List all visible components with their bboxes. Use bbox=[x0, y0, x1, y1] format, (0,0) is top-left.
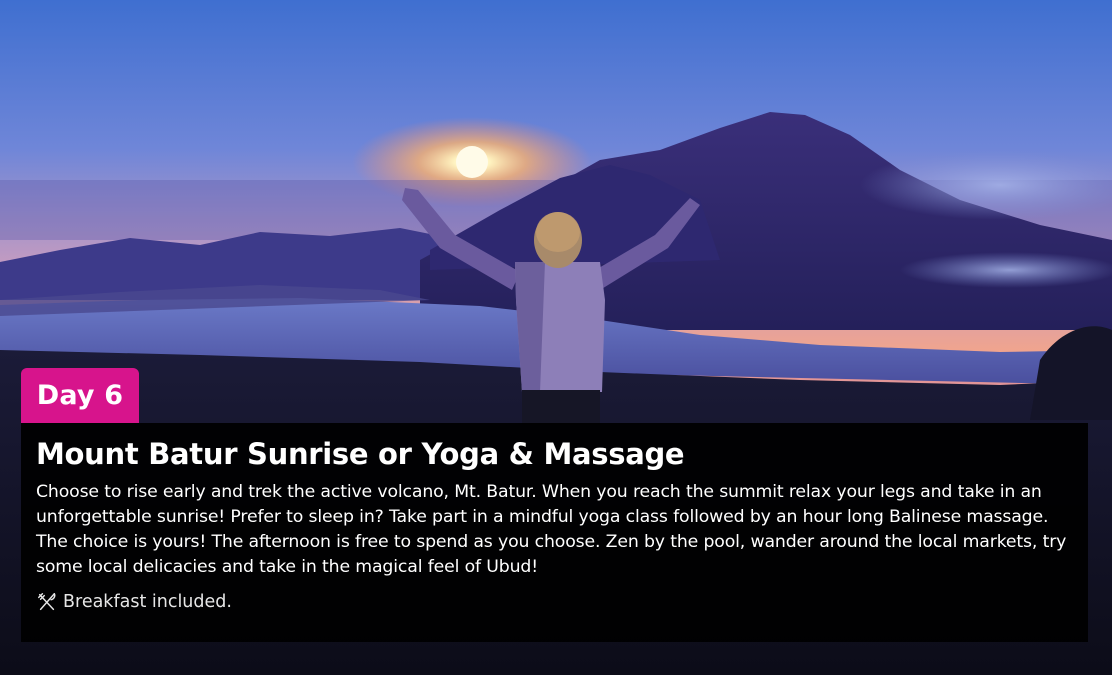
day-description: Choose to rise early and trek the active… bbox=[36, 482, 1067, 577]
fork-knife-icon bbox=[36, 591, 58, 613]
day-card: Day 6 Mount Batur Sunrise or Yoga & Mass… bbox=[0, 0, 1112, 675]
meals-text: Breakfast included. bbox=[63, 592, 232, 612]
meals-info: Breakfast included. bbox=[36, 591, 1073, 613]
day-title: Mount Batur Sunrise or Yoga & Massage bbox=[36, 437, 685, 471]
day-badge: Day 6 bbox=[21, 368, 139, 423]
day-info-panel: Mount Batur Sunrise or Yoga & Massage Ch… bbox=[21, 423, 1088, 642]
